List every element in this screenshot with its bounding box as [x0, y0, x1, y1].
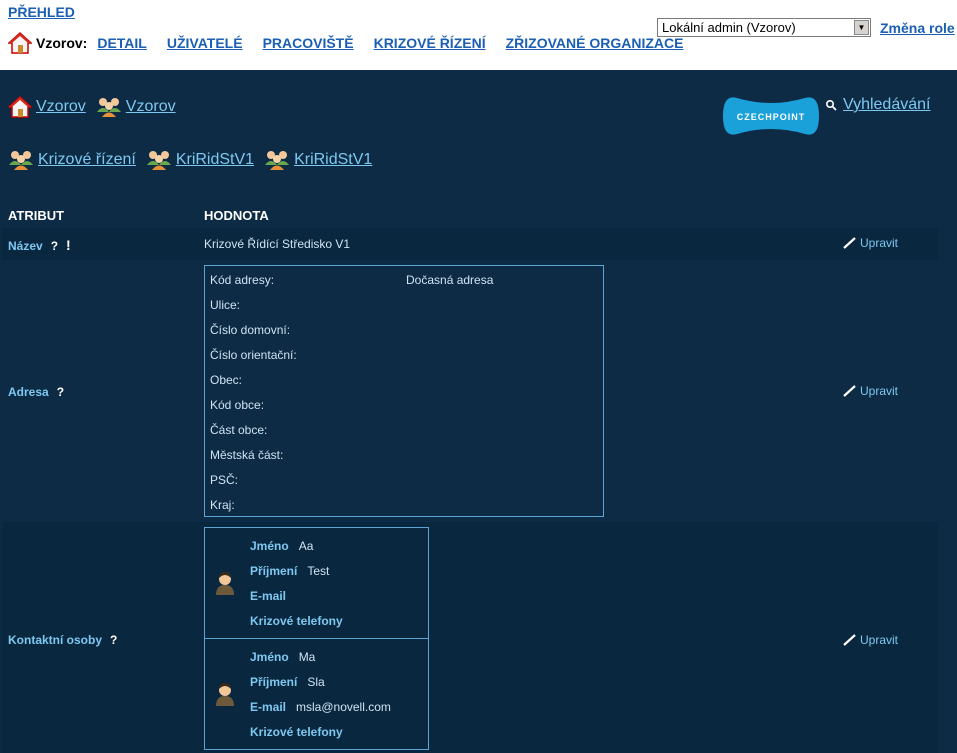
- address-field-label: Obec:: [210, 373, 243, 387]
- nav-users[interactable]: UŽIVATELÉ: [167, 35, 243, 51]
- name-value: Krizové Řídící Středisko V1: [204, 237, 351, 251]
- edit-button[interactable]: Upravit: [843, 236, 898, 250]
- help-icon[interactable]: ?: [51, 239, 58, 253]
- search-link[interactable]: Vyhledávání: [843, 96, 930, 114]
- column-header-attribute: ATRIBUT: [8, 208, 65, 223]
- user-avatar-icon: [216, 683, 234, 706]
- breadcrumb-org: Vzorov Vzorov: [8, 96, 186, 118]
- edit-label: Upravit: [860, 633, 899, 647]
- column-header-value: HODNOTA: [204, 208, 269, 223]
- attr-label: Kontaktní osoby: [8, 633, 103, 647]
- address-field-value: Dočasná adresa: [406, 273, 494, 287]
- nav-crisis-management[interactable]: KRIZOVÉ ŘÍZENÍ: [374, 35, 486, 51]
- group-icon: [96, 98, 121, 117]
- contact-last-name: Příjmení Sla: [250, 675, 325, 689]
- table-row-name: Název?! Krizové Řídící Středisko V1 Upra…: [2, 228, 938, 260]
- breadcrumb-link[interactable]: KriRidStV1: [294, 151, 372, 169]
- address-field-label: Část obce:: [210, 423, 268, 437]
- help-icon[interactable]: ?: [57, 385, 64, 399]
- top-bar: PŘEHLED Vzorov: DETAIL UŽIVATELÉ PRACOVI…: [0, 0, 957, 70]
- czechpoint-logo[interactable]: CZECHPOINT: [723, 94, 819, 138]
- attr-label: Název: [8, 239, 43, 253]
- edit-button[interactable]: Upravit: [843, 633, 898, 647]
- edit-button[interactable]: Upravit: [843, 384, 898, 398]
- address-field-label: Městská část:: [210, 448, 284, 462]
- contact-last-name: Příjmení Test: [250, 564, 330, 578]
- role-select-value: Lokální admin (Vzorov): [662, 20, 796, 35]
- nav-workplaces[interactable]: PRACOVIŠTĚ: [263, 35, 354, 51]
- contact-email: E-mail: [250, 589, 287, 603]
- address-field-label: Číslo domovní:: [210, 323, 291, 337]
- pencil-icon: [843, 237, 856, 249]
- edit-label: Upravit: [860, 236, 899, 250]
- breadcrumb-link[interactable]: Vzorov: [126, 98, 176, 116]
- search-area: Vyhledávání: [825, 96, 930, 114]
- contact-phones: Krizové telefony: [250, 725, 343, 739]
- group-icon: [9, 151, 33, 170]
- address-field-label: Číslo orientační:: [210, 348, 297, 362]
- group-icon: [265, 151, 290, 170]
- contact-card: Jméno Ma Příjmení Sla E-mail msla@novell.co…: [204, 638, 429, 750]
- attr-label: Adresa: [8, 385, 49, 399]
- required-icon: !: [66, 237, 71, 253]
- nav-organizations[interactable]: ZŘIZOVANÉ ORGANIZACE: [506, 35, 684, 51]
- address-field-label: Ulice:: [210, 298, 241, 312]
- role-select[interactable]: Lokální admin (Vzorov) ▼: [657, 18, 871, 37]
- breadcrumb-crisis: Krizové řízení KriRidStV1 KriRidStV1: [8, 149, 382, 171]
- breadcrumb-link[interactable]: KriRidStV1: [176, 151, 254, 169]
- address-field-label: Kód obce:: [210, 398, 265, 412]
- select-arrow-icon[interactable]: ▼: [854, 20, 869, 35]
- help-icon[interactable]: ?: [110, 633, 117, 647]
- pencil-icon: [843, 634, 856, 646]
- attr-name: Název?!: [8, 237, 71, 253]
- role-change-link[interactable]: Změna role: [880, 20, 955, 36]
- contact-email: E-mail msla@novell.com: [250, 700, 391, 714]
- home-icon: [8, 32, 32, 54]
- home-icon: [8, 96, 32, 118]
- attr-address: Adresa?: [8, 385, 64, 399]
- edit-label: Upravit: [860, 384, 899, 398]
- contact-first-name: Jméno Ma: [250, 650, 316, 664]
- attr-contacts: Kontaktní osoby?: [8, 633, 117, 647]
- address-box: Kód adresy: Dočasná adresa Ulice: Číslo …: [204, 265, 604, 517]
- contact-card: Jméno Aa Příjmení Test E-mail Krizové tele…: [204, 527, 429, 639]
- user-avatar-icon: [216, 572, 234, 595]
- overview-link[interactable]: PŘEHLED: [8, 4, 75, 20]
- table-row-contacts: Kontaktní osoby? Upravit: [2, 522, 938, 753]
- czechpoint-logo-text: CZECHPOINT: [737, 112, 806, 122]
- address-field-label: Kód adresy:: [210, 273, 275, 287]
- address-field-label: PSČ:: [210, 473, 239, 487]
- search-icon[interactable]: [825, 99, 837, 111]
- org-nav: Vzorov: DETAIL UŽIVATELÉ PRACOVIŠTĚ KRIZ…: [8, 32, 703, 54]
- nav-detail[interactable]: DETAIL: [97, 35, 147, 51]
- contact-first-name: Jméno Aa: [250, 539, 314, 553]
- group-icon: [146, 151, 171, 170]
- breadcrumb-link[interactable]: Krizové řízení: [38, 151, 136, 169]
- address-field-label: Kraj:: [210, 498, 235, 512]
- pencil-icon: [843, 385, 856, 397]
- org-name: Vzorov:: [36, 35, 88, 51]
- contact-phones: Krizové telefony: [250, 614, 343, 628]
- breadcrumb-link[interactable]: Vzorov: [36, 98, 86, 116]
